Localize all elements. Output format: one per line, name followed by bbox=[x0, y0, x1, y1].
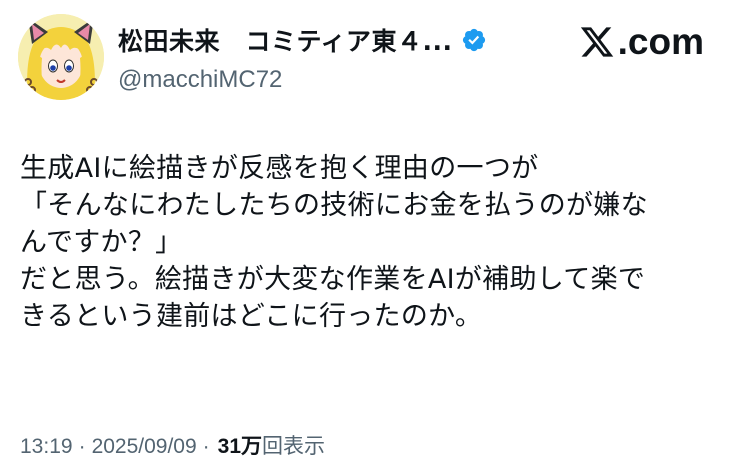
brand-text: .com bbox=[617, 21, 704, 62]
author-avatar[interactable] bbox=[18, 14, 104, 100]
tweet-line: んですか？」 bbox=[20, 227, 183, 258]
tweet-time[interactable]: 13:19 bbox=[20, 435, 73, 459]
views-count: 31万 bbox=[217, 435, 263, 458]
display-name-row: 松田未来 コミティア東４... bbox=[118, 22, 485, 58]
x-logo-icon bbox=[580, 27, 613, 57]
tweet-line: 生成AIに絵描きが反感を抱く理由の一つが bbox=[20, 153, 539, 184]
meta-separator: · bbox=[202, 435, 210, 458]
tweet-line: だと思う。絵描きが大変な作業をAIが補助して楽で bbox=[20, 264, 646, 295]
tweet-meta: 13:19 · 2025/09/09 · 31万 回表示 bbox=[20, 430, 325, 460]
display-name[interactable]: 松田未来 コミティア東４... bbox=[118, 22, 453, 58]
author-handle[interactable]: @macchiMC72 bbox=[118, 66, 478, 94]
tweet-line: 「そんなにわたしたちの技術にお金を払うのが嫌な bbox=[20, 190, 648, 221]
tweet-date[interactable]: 2025/09/09 bbox=[92, 435, 197, 459]
meta-separator: · bbox=[78, 435, 86, 458]
verified-badge-icon bbox=[462, 28, 485, 52]
author-header: 松田未来 コミティア東４... @macchiMC72 bbox=[118, 22, 485, 94]
tweet-card: 松田未来 コミティア東４... @macchiMC72 .com 生成AIに絵描… bbox=[0, 0, 732, 473]
brand-logo[interactable]: .com bbox=[578, 22, 704, 62]
views-label: 回表示 bbox=[262, 435, 326, 458]
tweet-text: 生成AIに絵描きが反感を抱く理由の一つが 「そんなにわたしたちの技術にお金を払う… bbox=[20, 150, 720, 335]
anime-girl-avatar-icon bbox=[18, 14, 104, 100]
tweet-line: きるという建前はどこに行ったのか。 bbox=[20, 301, 483, 332]
